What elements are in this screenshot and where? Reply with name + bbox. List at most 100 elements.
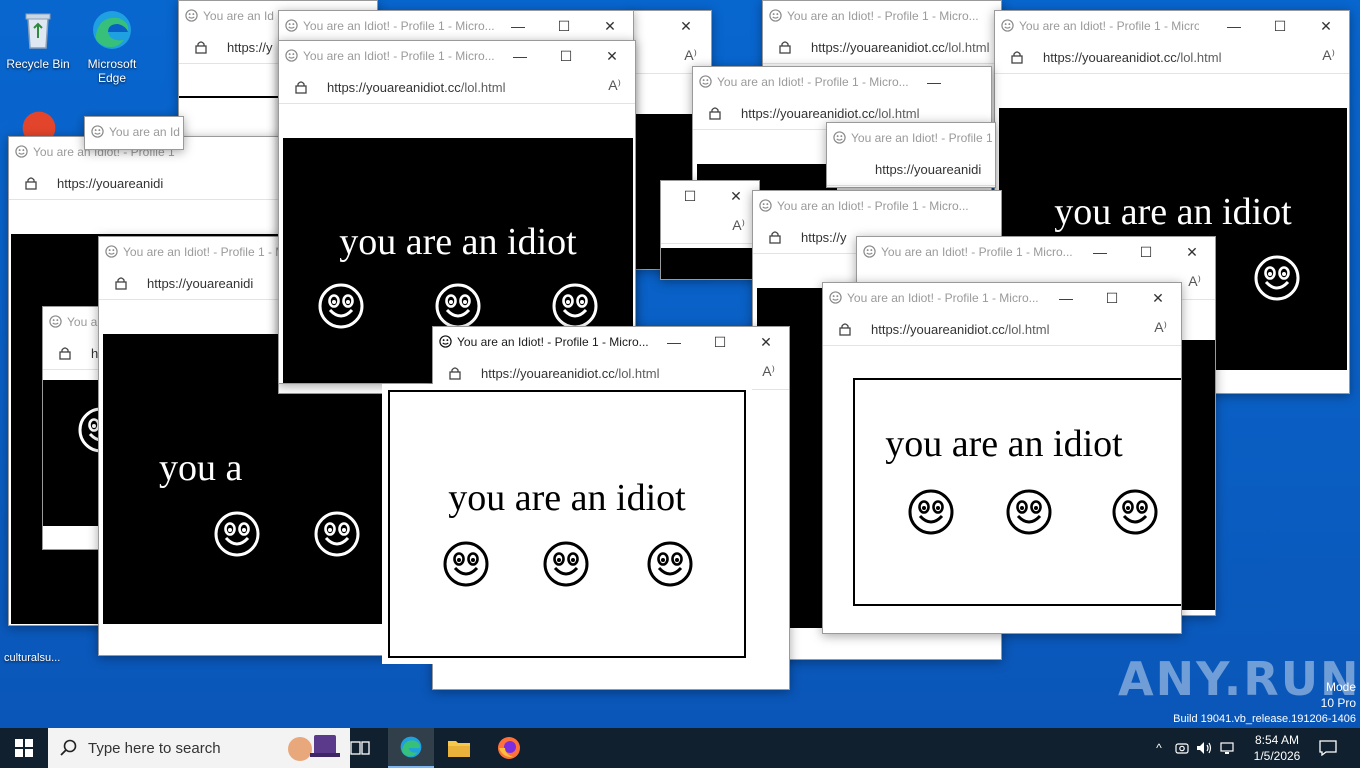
edge-shortcut[interactable]: Microsoft Edge xyxy=(74,8,150,85)
recycle-bin-shortcut[interactable]: Recycle Bin xyxy=(0,8,76,71)
browser-window[interactable]: You are an Idiot! - Profile 1 - Micro...… xyxy=(822,282,1182,634)
maximize-button[interactable]: ☐ xyxy=(1089,283,1135,313)
smiley-face-icon xyxy=(542,540,590,588)
smiley-favicon-icon xyxy=(185,9,198,22)
read-aloud-icon[interactable]: A⁾ xyxy=(684,47,697,64)
notifications-button[interactable] xyxy=(1308,728,1348,768)
search-icon xyxy=(60,739,77,756)
smiley-row xyxy=(283,282,633,330)
address-bar[interactable]: https://youareanidiot.cc/lol.html xyxy=(763,31,1001,64)
chevron-up-icon[interactable]: ^ xyxy=(1150,741,1168,755)
close-button[interactable]: ✕ xyxy=(663,11,709,41)
edge-taskbar-button[interactable] xyxy=(388,728,434,768)
window-title: You are an Idiot! - Profile 1 - Micro... xyxy=(1019,19,1199,33)
close-button[interactable]: ✕ xyxy=(587,11,633,41)
address-bar[interactable]: https://youareanidiot.cc/lol.html A⁾ xyxy=(279,71,635,104)
address-bar[interactable]: https://youareanidiot.cc/lol.html A⁾ xyxy=(823,313,1181,346)
address-bar[interactable]: https://youareanidiot.cc/lol.html A⁾ xyxy=(995,41,1349,74)
firefox-button[interactable] xyxy=(486,728,532,768)
window-title: You are an Idiot! - Profile 1 - Micro... xyxy=(303,19,495,33)
title-bar[interactable]: You are an Idiot! - Profile 1 - Micro...… xyxy=(433,327,789,357)
volume-icon[interactable] xyxy=(1196,741,1214,755)
title-bar[interactable]: You are an Idiot! - Profile 1 - Micro...… xyxy=(279,11,633,41)
idiot-message: you are an idiot xyxy=(448,477,686,519)
start-button[interactable] xyxy=(0,728,48,768)
read-aloud-icon[interactable]: A⁾ xyxy=(732,217,745,234)
minimize-button[interactable]: — xyxy=(1211,11,1257,41)
window-title: You are an Idiot! - Profile 1 - Micro... xyxy=(881,245,1073,259)
notification-icon xyxy=(1319,740,1337,756)
partial-file-label: culturalsu... xyxy=(4,652,61,664)
search-box[interactable]: Type here to search xyxy=(48,728,350,768)
minimize-button[interactable]: — xyxy=(1077,237,1123,267)
smiley-favicon-icon xyxy=(91,125,104,138)
close-button[interactable]: ✕ xyxy=(589,41,635,71)
window-title: You are an Idiot! - Profile 1 - Micro... xyxy=(457,335,649,349)
maximize-button[interactable]: ☐ xyxy=(697,327,743,357)
close-button[interactable]: ✕ xyxy=(1135,283,1181,313)
lock-icon xyxy=(115,277,127,290)
recycle-bin-label: Recycle Bin xyxy=(6,57,70,71)
browser-window[interactable]: You are an Id xyxy=(84,116,184,150)
camera-icon[interactable] xyxy=(1174,741,1190,755)
title-bar[interactable]: You are an Idiot! - Profile 1 - Micro...… xyxy=(279,41,635,71)
smiley-favicon-icon xyxy=(769,9,782,22)
lock-icon xyxy=(769,231,781,244)
title-bar[interactable]: You are an Idiot! - Profile 1 xyxy=(827,123,995,153)
smiley-face-icon xyxy=(313,510,361,558)
title-bar[interactable]: You are an Idiot! - Profile 1 - Micro... xyxy=(753,191,1001,221)
lock-icon xyxy=(839,323,851,336)
read-aloud-icon[interactable]: A⁾ xyxy=(1154,319,1167,336)
clock[interactable]: 8:54 AM 1/5/2026 xyxy=(1246,728,1308,768)
read-aloud-icon[interactable]: A⁾ xyxy=(1322,47,1335,64)
maximize-button[interactable]: ☐ xyxy=(541,11,587,41)
task-view-button[interactable] xyxy=(338,728,382,768)
read-aloud-icon[interactable]: A⁾ xyxy=(762,363,775,380)
maximize-button[interactable]: ☐ xyxy=(1257,11,1303,41)
close-button[interactable]: ✕ xyxy=(1303,11,1349,41)
minimize-button[interactable]: — xyxy=(651,327,697,357)
close-button[interactable]: ✕ xyxy=(743,327,789,357)
lock-icon xyxy=(59,347,71,360)
minimize-button[interactable]: — xyxy=(911,67,957,97)
url-text: https://youareanidiot.cc/lol.html xyxy=(1043,50,1222,65)
title-bar[interactable]: You are an Id xyxy=(85,117,183,147)
taskbar: Type here to search ^ 8:54 AM 1/5/2026 xyxy=(0,728,1360,768)
maximize-button[interactable]: ☐ xyxy=(1123,237,1169,267)
smiley-face-icon xyxy=(434,282,482,330)
edge-icon xyxy=(93,11,131,49)
lock-icon xyxy=(195,41,207,54)
window-title: You are an Idiot! - Profile 1 - Micro... xyxy=(777,199,969,213)
browser-window[interactable]: You are an Idiot! - Profile 1 https://yo… xyxy=(826,122,996,188)
minimize-button[interactable]: — xyxy=(495,11,541,41)
title-bar[interactable]: ✕ xyxy=(631,11,711,41)
lock-icon xyxy=(779,41,791,54)
read-aloud-icon[interactable]: A⁾ xyxy=(1188,273,1201,290)
address-bar[interactable]: A⁾ xyxy=(661,211,759,244)
url-text: https://youareanidi xyxy=(875,162,982,177)
desktop: Recycle Bin Microsoft Edge culturalsu...… xyxy=(0,0,1360,728)
file-explorer-button[interactable] xyxy=(436,728,482,768)
title-bar[interactable]: You are an Idiot! - Profile 1 - Micro... xyxy=(763,1,1001,31)
address-bar[interactable]: https://youareanidi xyxy=(827,153,995,186)
lock-icon xyxy=(1011,51,1023,64)
title-bar[interactable]: ☐ ✕ xyxy=(661,181,759,211)
smiley-favicon-icon xyxy=(49,315,62,328)
network-icon[interactable] xyxy=(1220,741,1238,755)
title-bar[interactable]: You are an Idiot! - Profile 1 - Micro...… xyxy=(823,283,1181,313)
url-text: https://y xyxy=(227,40,273,55)
file-explorer-icon xyxy=(448,741,470,757)
read-aloud-icon[interactable]: A⁾ xyxy=(608,77,621,94)
close-button[interactable]: ✕ xyxy=(1169,237,1215,267)
smiley-face-icon xyxy=(646,540,694,588)
maximize-button[interactable]: ☐ xyxy=(543,41,589,71)
edge-icon xyxy=(400,736,422,758)
address-bar[interactable]: https://youareanidiot.cc/lol.html A⁾ xyxy=(433,357,789,390)
minimize-button[interactable]: — xyxy=(1043,283,1089,313)
title-bar[interactable]: You are an Idiot! - Profile 1 - Micro...… xyxy=(857,237,1215,267)
maximize-button[interactable]: ☐ xyxy=(667,181,713,211)
browser-window[interactable]: ☐ ✕ A⁾ xyxy=(660,180,760,280)
title-bar[interactable]: You are an Idiot! - Profile 1 - Micro...… xyxy=(995,11,1349,41)
minimize-button[interactable]: — xyxy=(497,41,543,71)
title-bar[interactable]: You are an Idiot! - Profile 1 - Micro...… xyxy=(693,67,991,97)
